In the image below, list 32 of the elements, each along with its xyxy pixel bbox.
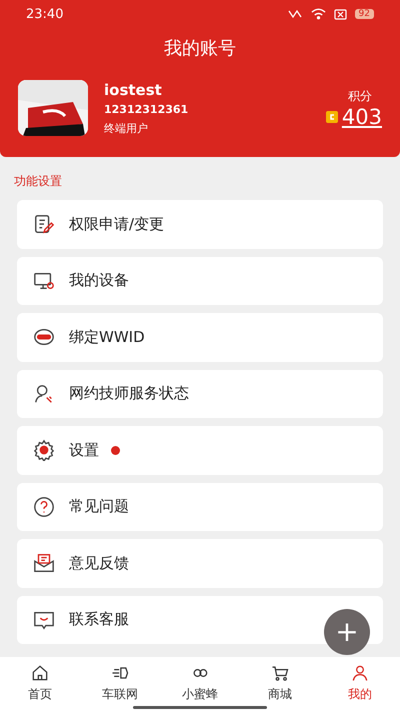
help-icon [33,496,55,518]
mail-icon [33,552,55,574]
phone-number: 12312312361 [104,102,190,116]
tab-item[interactable]: 车联网 [80,657,160,711]
home-indicator[interactable] [133,706,267,709]
menu-item[interactable]: 网约技师服务状态 [17,370,383,418]
user-role: 终端用户 [104,120,149,136]
nfc-icon [286,8,303,20]
tab-item[interactable]: 首页 [0,657,80,711]
points-label: 积分 [348,88,372,104]
section-title: 功能设置 [13,173,63,190]
points-value[interactable]: 403 [342,104,382,128]
edit-form-icon [33,213,55,236]
menu-item[interactable]: 我的设备 [17,256,383,305]
technician-icon [33,382,55,405]
user-name: iostest [104,80,163,98]
battery-level: 92 [354,9,374,19]
status-time: 23:40 [26,6,64,22]
menu-item[interactable]: 常见问题 [17,482,383,531]
menu-item[interactable]: 绑定WWID [17,313,383,362]
page-title: 我的账号 [163,37,237,61]
coin-icon [326,110,338,122]
person-icon [350,663,370,683]
settings-icon [33,439,55,462]
menu-item[interactable]: 设置 [17,426,383,474]
menu-item[interactable]: 意见反馈 [17,539,383,588]
tab-item[interactable]: 我的 [320,657,400,711]
wifi-icon [310,8,326,20]
tab-item[interactable]: 小蜜蜂 [160,657,240,711]
home-icon [30,663,50,683]
tab-item[interactable]: 商城 [240,657,320,711]
menu-item[interactable]: 权限申请/变更 [17,200,383,248]
